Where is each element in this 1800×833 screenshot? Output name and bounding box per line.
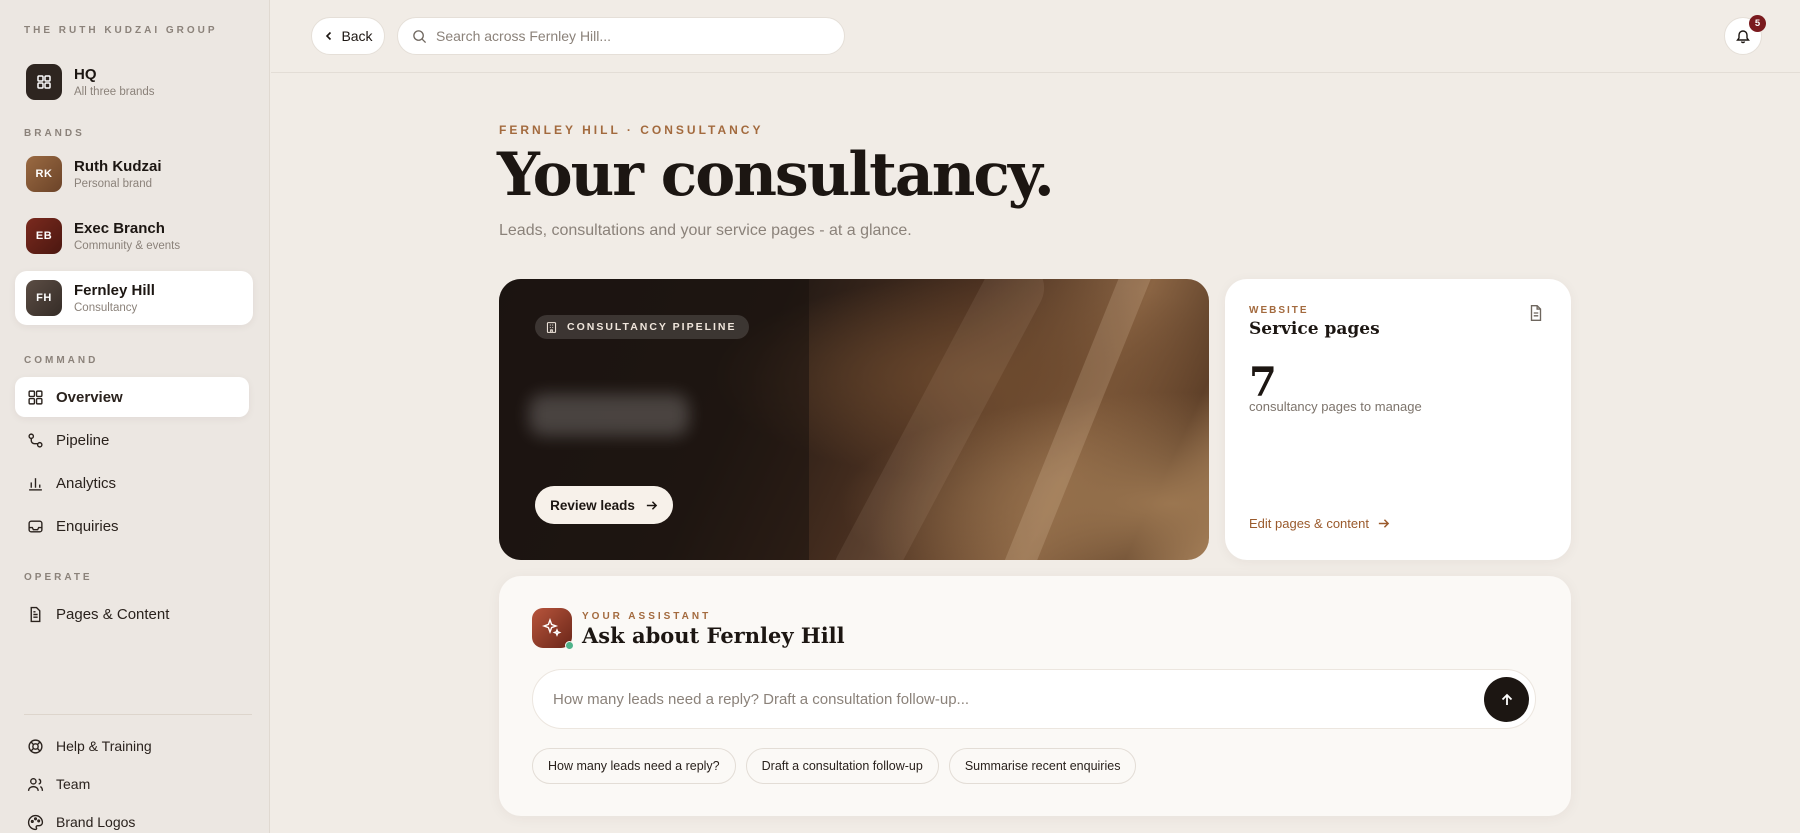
lifebuoy-icon: [28, 738, 43, 754]
grid-icon: [28, 389, 43, 405]
search-input[interactable]: [436, 28, 816, 44]
nav-team[interactable]: Team: [15, 764, 249, 804]
bell-icon: [1736, 30, 1750, 44]
team-icon: [27, 777, 44, 791]
back-button[interactable]: Back: [311, 17, 385, 55]
edit-pages-link[interactable]: Edit pages & content: [1249, 516, 1390, 531]
card-eyebrow: WEBSITE: [1249, 305, 1309, 316]
nav-pipeline[interactable]: Pipeline: [15, 420, 249, 460]
nav-pages-content[interactable]: Pages & Content: [15, 594, 249, 634]
brand-name: Ruth Kudzai: [74, 158, 162, 175]
chip-label: CONSULTANCY PIPELINE: [567, 321, 737, 333]
online-status-dot: [565, 641, 574, 650]
nav-overview[interactable]: Overview: [15, 377, 249, 417]
brands-label: BRANDS: [24, 128, 85, 139]
nav-label: Help & Training: [56, 738, 152, 754]
brand-avatar: RK: [26, 156, 62, 192]
palette-icon: [27, 814, 44, 830]
chevron-left-icon: [326, 31, 332, 41]
review-leads-label: Review leads: [550, 497, 635, 513]
page-subtitle: Leads, consultations and your service pa…: [499, 222, 912, 239]
pipeline-icon: [28, 432, 43, 448]
suggestion-chip[interactable]: Summarise recent enquiries: [948, 748, 1137, 784]
nav-brand-logos[interactable]: Brand Logos: [15, 802, 249, 833]
brand-sub: Personal brand: [74, 178, 152, 190]
nav-label: Pipeline: [56, 431, 110, 449]
send-button[interactable]: [1484, 677, 1529, 722]
operate-label: OPERATE: [24, 572, 93, 583]
hero-sheen: [823, 279, 1055, 560]
document-icon: [1530, 305, 1542, 321]
nav-label: Team: [56, 776, 91, 792]
brand-avatar: FH: [26, 280, 62, 316]
nav-label: Analytics: [56, 474, 117, 492]
suggestion-chips: How many leads need a reply? Draft a con…: [532, 748, 1137, 784]
brand-fernley-hill[interactable]: FH Fernley Hill Consultancy: [15, 271, 253, 325]
nav-analytics[interactable]: Analytics: [15, 463, 249, 503]
back-label: Back: [341, 28, 373, 44]
brand-sub: Community & events: [74, 240, 181, 252]
nav-enquiries[interactable]: Enquiries: [15, 506, 249, 546]
card-description: consultancy pages to manage: [1249, 399, 1422, 414]
nav-label: Overview: [56, 388, 123, 406]
arrow-right-icon: [1378, 519, 1390, 528]
pipeline-chip: CONSULTANCY PIPELINE: [535, 315, 749, 339]
bar-chart-icon: [29, 477, 42, 491]
topbar: Back 5: [271, 0, 1800, 73]
brand-avatar: EB: [26, 218, 62, 254]
card-title: Service pages: [1249, 319, 1380, 339]
group-label: THE RUTH KUDZAI GROUP: [24, 25, 218, 36]
arrow-right-icon: [646, 500, 658, 510]
edit-pages-label: Edit pages & content: [1249, 516, 1369, 531]
page-title: Your consultancy.: [497, 140, 1055, 210]
hq-name: HQ: [74, 66, 97, 83]
nav-label: Enquiries: [56, 517, 119, 535]
page-eyebrow: FERNLEY HILL · CONSULTANCY: [499, 123, 764, 137]
assistant-input[interactable]: [553, 690, 1453, 708]
sidebar-divider: [24, 714, 252, 715]
sidebar: THE RUTH KUDZAI GROUP HQ All three brand…: [0, 0, 270, 833]
brand-name: Fernley Hill: [74, 282, 155, 299]
assistant-panel: YOUR ASSISTANT Ask about Fernley Hill Ho…: [499, 576, 1571, 816]
assistant-eyebrow: YOUR ASSISTANT: [582, 611, 712, 622]
document-icon: [30, 606, 41, 622]
hq-sub: All three brands: [74, 86, 155, 98]
pipeline-hero-card: CONSULTANCY PIPELINE Review leads: [499, 279, 1209, 560]
hq-grid-icon: [26, 64, 62, 100]
brand-name: Exec Branch: [74, 220, 165, 237]
brand-sub: Consultancy: [74, 302, 138, 314]
building-icon: [546, 321, 557, 333]
suggestion-chip[interactable]: Draft a consultation follow-up: [745, 748, 939, 784]
nav-label: Brand Logos: [56, 814, 136, 830]
notifications-button[interactable]: 5: [1724, 15, 1766, 55]
brand-exec-branch[interactable]: EB Exec Branch Community & events: [15, 209, 253, 263]
nav-help-training[interactable]: Help & Training: [15, 726, 249, 766]
hq-switcher[interactable]: HQ All three brands: [26, 64, 155, 100]
notification-badge: 5: [1749, 15, 1766, 32]
brand-ruth-kudzai[interactable]: RK Ruth Kudzai Personal brand: [15, 147, 253, 201]
nav-label: Pages & Content: [56, 605, 170, 623]
arrow-up-icon: [1501, 693, 1512, 705]
service-pages-card: WEBSITE Service pages 7 consultancy page…: [1225, 279, 1571, 560]
hero-blurred-metric: [529, 394, 689, 436]
assistant-title: Ask about Fernley Hill: [582, 623, 845, 648]
search-icon: [413, 29, 427, 43]
review-leads-button[interactable]: Review leads: [535, 486, 673, 524]
command-label: COMMAND: [24, 355, 99, 366]
search-bar[interactable]: [397, 17, 845, 55]
assistant-input-bar[interactable]: [532, 669, 1536, 729]
inbox-icon: [28, 519, 43, 533]
suggestion-chip[interactable]: How many leads need a reply?: [532, 748, 736, 784]
